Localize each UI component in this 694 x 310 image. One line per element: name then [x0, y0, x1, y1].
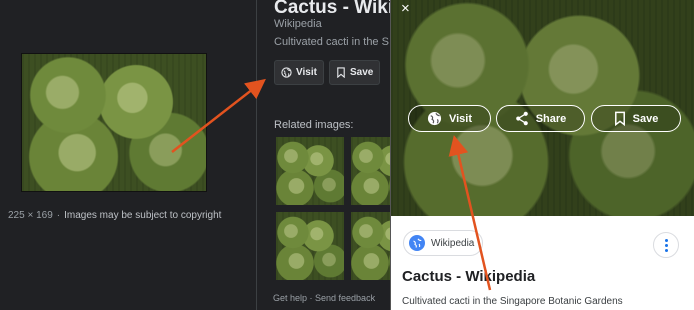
- info-separator: ·: [56, 210, 61, 221]
- mobile-page-title[interactable]: Cactus - Wikipedia: [402, 268, 535, 285]
- mobile-share-button[interactable]: Share: [496, 105, 585, 132]
- desktop-visit-label: Visit: [296, 67, 317, 78]
- main-image[interactable]: [21, 53, 207, 192]
- copyright-note: Images may be subject to copyright: [64, 210, 222, 221]
- mobile-visit-button[interactable]: Visit: [408, 105, 491, 132]
- source-chip-label: Wikipedia: [431, 237, 475, 249]
- mobile-description: Cultivated cacti in the Singapore Botani…: [402, 296, 623, 307]
- bookmark-icon: [614, 111, 625, 126]
- mobile-visit-label: Visit: [448, 112, 473, 125]
- globe-icon: [281, 67, 292, 78]
- share-icon: [515, 111, 528, 126]
- image-size: 225 × 169: [8, 210, 53, 221]
- desktop-source[interactable]: Wikipedia: [274, 18, 322, 30]
- related-images-heading: Related images:: [274, 119, 354, 131]
- mobile-save-button[interactable]: Save: [591, 105, 681, 132]
- globe-icon: [409, 235, 425, 251]
- mobile-save-label: Save: [632, 112, 659, 125]
- mobile-panel: × Visit Share Save Wikipedia Cactus - Wi…: [390, 0, 694, 310]
- desktop-panel: 225 × 169 · Images may be subject to copyr…: [0, 0, 390, 310]
- globe-icon: [427, 111, 442, 126]
- desktop-visit-button[interactable]: Visit: [274, 60, 324, 85]
- footer-links[interactable]: Get help · Send feedback: [273, 293, 375, 303]
- related-image[interactable]: [351, 212, 390, 280]
- close-icon[interactable]: ×: [401, 0, 410, 17]
- more-vert-icon: [664, 238, 668, 252]
- related-image[interactable]: [276, 137, 344, 205]
- mobile-share-label: Share: [535, 112, 567, 125]
- desktop-save-label: Save: [350, 67, 374, 78]
- desktop-page-title[interactable]: Cactus - Wiki: [274, 0, 390, 19]
- related-image[interactable]: [276, 212, 344, 280]
- desktop-save-button[interactable]: Save: [329, 60, 381, 85]
- desktop-description: Cultivated cacti in the S: [274, 36, 389, 48]
- panel-divider: [256, 0, 257, 310]
- more-options-button[interactable]: [653, 232, 679, 258]
- source-chip[interactable]: Wikipedia: [403, 230, 484, 256]
- related-image[interactable]: [351, 137, 390, 205]
- bookmark-icon: [337, 67, 345, 78]
- image-info: 225 × 169 · Images may be subject to copyr…: [8, 210, 221, 221]
